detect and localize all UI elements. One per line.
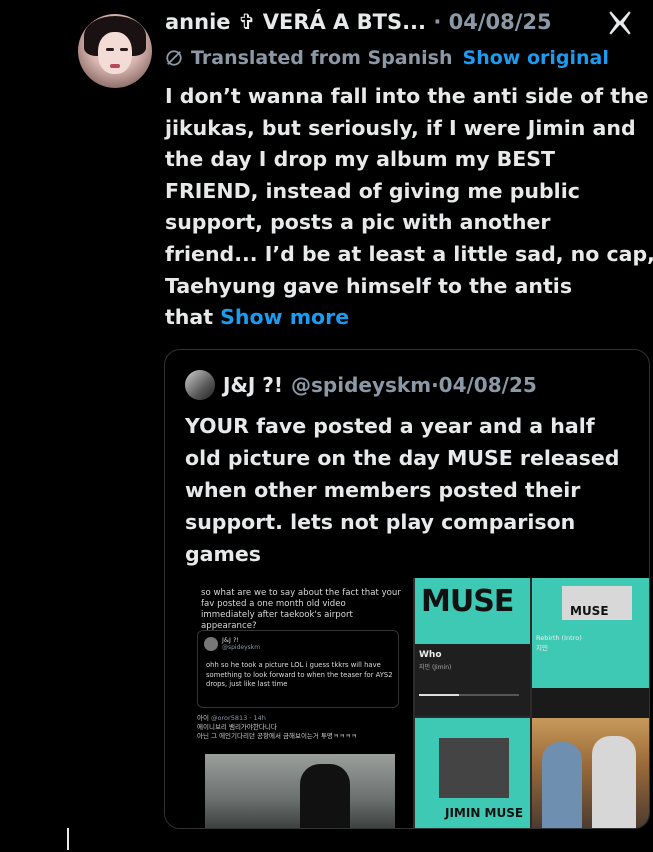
- quoted-author-name[interactable]: J&J ?!: [223, 373, 283, 397]
- quoted-tweet-header: J&J ?! @spideyskm · 04/08/25: [185, 370, 537, 400]
- photo-person: [592, 736, 636, 828]
- author-avatar[interactable]: [78, 14, 152, 88]
- inner-reply-card-2: 아이 @oror5813 · 14h 에이니보리 뱀리가야한다니다 아닌 그 에…: [197, 714, 399, 754]
- avatar-lips: [110, 64, 120, 68]
- inner2-line1: 에이니보리 뱀리가야한다니다: [197, 723, 277, 731]
- tweet-header: annie ✞ VERÁ A BTS... · 04/08/25: [165, 10, 552, 34]
- media-caption: so what are we to say about the fact tha…: [201, 588, 401, 631]
- tweet-text-last-line: that Show more: [165, 302, 650, 334]
- tweet-text-line: jikukas, but seriously, if I were Jimin …: [165, 115, 636, 140]
- muse-title: MUSE: [421, 584, 514, 619]
- rebirth-title: Rebirth (Intro) 지민: [536, 634, 582, 652]
- avatar-eye: [106, 48, 114, 51]
- tweet-text-line: that: [165, 305, 214, 330]
- quoted-text-line: support. lets not play comparison: [185, 510, 576, 534]
- quoted-text-line: games: [185, 542, 261, 566]
- dark-strip: [532, 688, 649, 718]
- tweet-date[interactable]: 04/08/25: [449, 10, 552, 34]
- translation-bar: Translated from Spanish Show original: [165, 47, 609, 69]
- quoted-tweet-text: YOUR fave posted a year and a half old p…: [185, 410, 645, 570]
- album-art-label: MUSE: [570, 604, 609, 618]
- tweet-text-line: the day I drop my album my BEST: [165, 147, 555, 172]
- tweet-text-line: Taehyung gave himself to the antis: [165, 273, 573, 298]
- translated-label: Translated from Spanish: [191, 47, 453, 69]
- jimin-muse-label: JIMIN MUSE: [445, 806, 524, 820]
- progress-bar: [419, 694, 519, 696]
- author-name[interactable]: annie ✞ VERÁ A BTS...: [165, 10, 426, 34]
- tweet-text-line: support, posts a pic with another: [165, 210, 551, 235]
- group-photo: [532, 718, 649, 828]
- avatar-eye: [120, 48, 128, 51]
- airport-photo: [205, 754, 395, 828]
- quoted-separator: ·: [431, 373, 439, 397]
- quoted-date[interactable]: 04/08/25: [439, 373, 537, 397]
- tweet-text-line: FRIEND, instead of giving me public: [165, 178, 580, 203]
- tweet-text-line: I don’t wanna fall into the anti side of…: [165, 84, 649, 108]
- quoted-author-avatar[interactable]: [185, 370, 215, 400]
- quoted-text-line: old picture on the day MUSE released: [185, 446, 620, 470]
- inner-handle: @spideyskm: [222, 644, 261, 651]
- inner2-line2: 아닌 그 에인기다리던 공항에서 금해보이는거 투명ㅋㅋㅋㅋ: [197, 732, 357, 740]
- who-song-tile: Who 지민 (Jimin): [415, 644, 530, 716]
- media-collage-right[interactable]: MUSE Who 지민 (Jimin) MUSE Rebirth (Intro)…: [413, 578, 649, 828]
- rebirth-tile: MUSE Rebirth (Intro) 지민: [532, 578, 649, 688]
- thread-line: [67, 828, 69, 850]
- globe-slash-icon: [166, 50, 182, 66]
- quoted-media[interactable]: so what are we to say about the fact tha…: [165, 578, 649, 828]
- muse-cover-tile: MUSE: [415, 578, 530, 644]
- photo-person: [300, 764, 350, 828]
- show-original-link[interactable]: Show original: [463, 47, 609, 69]
- inner2-name: 아이 @oror5813 · 14h: [197, 714, 266, 722]
- quoted-text-line: YOUR fave posted a year and a half: [185, 414, 595, 438]
- inner-name: J&J ?!: [222, 636, 240, 644]
- quoted-tweet[interactable]: J&J ?! @spideyskm · 04/08/25 YOUR fave p…: [164, 349, 650, 829]
- tweet-separator: ·: [433, 10, 442, 34]
- who-title: Who: [419, 650, 442, 660]
- quoted-text-line: when other members posted their: [185, 478, 581, 502]
- who-artist: 지민 (Jimin): [419, 664, 452, 671]
- media-screenshot-left[interactable]: so what are we to say about the fact tha…: [165, 578, 411, 828]
- quoted-author-handle[interactable]: @spideyskm: [291, 373, 431, 397]
- tweet-text-line: friend... I’d be at least a little sad, …: [165, 241, 653, 266]
- tweet-text: I don’t wanna fall into the anti side of…: [165, 81, 653, 334]
- photo-person: [542, 742, 582, 828]
- x-logo-icon: [609, 11, 631, 35]
- inner-text: ohh so he took a picture LOL i guess tkk…: [206, 661, 393, 688]
- show-more-link[interactable]: Show more: [220, 305, 349, 329]
- inner-avatar: [204, 637, 218, 651]
- jimin-muse-tile: JIMIN MUSE: [415, 718, 530, 828]
- inner-reply-card: J&J ?! @spideyskm ohh so he took a pictu…: [197, 630, 399, 708]
- album-art: [439, 738, 509, 798]
